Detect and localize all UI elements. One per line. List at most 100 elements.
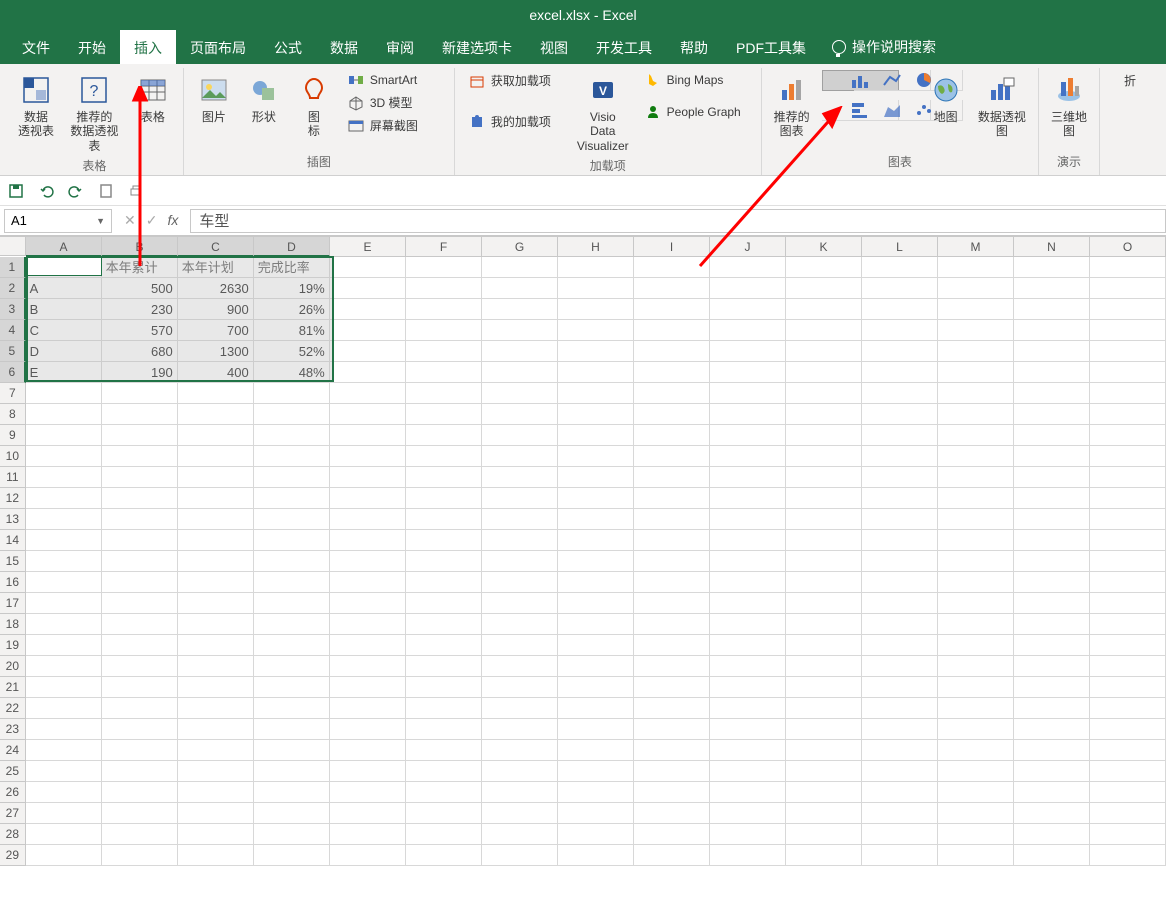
cell[interactable] [482,740,558,761]
cell[interactable] [26,824,102,845]
cell[interactable]: 190 [102,362,178,383]
cell[interactable] [710,488,786,509]
cell[interactable] [1090,761,1166,782]
cell[interactable] [710,635,786,656]
cell[interactable] [1090,593,1166,614]
cell[interactable] [710,257,786,278]
cell[interactable] [786,803,862,824]
cell[interactable] [482,719,558,740]
cell[interactable] [938,278,1014,299]
cell[interactable] [558,320,634,341]
cell[interactable] [1014,719,1090,740]
cell[interactable] [26,803,102,824]
cell[interactable] [102,824,178,845]
row-header[interactable]: 23 [0,719,26,740]
cell[interactable] [330,446,406,467]
cell[interactable] [710,362,786,383]
column-header[interactable]: G [482,237,558,257]
cell[interactable] [482,782,558,803]
tab-help[interactable]: 帮助 [666,30,722,64]
cell[interactable] [406,593,482,614]
cell[interactable] [482,299,558,320]
cell[interactable]: 26% [254,299,330,320]
cell[interactable] [1090,845,1166,866]
cell[interactable] [102,383,178,404]
cell[interactable] [254,761,330,782]
cell[interactable] [786,488,862,509]
cell[interactable] [786,446,862,467]
cell[interactable] [938,803,1014,824]
cell[interactable] [558,509,634,530]
cell[interactable] [406,656,482,677]
cell[interactable] [938,761,1014,782]
column-header[interactable]: C [178,237,254,257]
cell[interactable] [482,614,558,635]
cell[interactable] [710,782,786,803]
icons-button[interactable]: 图 标 [294,70,334,143]
recommended-charts-button[interactable]: 推荐的 图表 [772,70,812,143]
cell[interactable] [26,488,102,509]
cell[interactable] [178,635,254,656]
row-header[interactable]: 24 [0,740,26,761]
cell[interactable] [634,257,710,278]
cell[interactable] [634,824,710,845]
cell[interactable] [406,341,482,362]
cell[interactable] [558,824,634,845]
cell[interactable] [26,383,102,404]
enter-formula-button[interactable]: ✓ [146,212,158,229]
cell[interactable] [1014,761,1090,782]
cell[interactable] [710,341,786,362]
cell[interactable] [482,488,558,509]
cell[interactable] [634,698,710,719]
cell[interactable] [1014,614,1090,635]
cell[interactable] [1090,551,1166,572]
row-header[interactable]: 16 [0,572,26,593]
cell[interactable] [938,740,1014,761]
cell[interactable] [26,593,102,614]
cell[interactable] [634,320,710,341]
cell[interactable] [938,404,1014,425]
cell[interactable] [558,782,634,803]
cell[interactable] [482,761,558,782]
cell[interactable] [330,551,406,572]
cell[interactable] [254,656,330,677]
cell[interactable] [102,845,178,866]
cell[interactable] [482,593,558,614]
cell[interactable] [102,530,178,551]
cell[interactable] [634,425,710,446]
cell[interactable] [558,761,634,782]
cell[interactable]: 本年累计 [102,257,178,278]
cell[interactable] [330,509,406,530]
cell[interactable] [178,446,254,467]
cell[interactable] [102,404,178,425]
cell[interactable] [406,383,482,404]
cell[interactable] [178,677,254,698]
cell[interactable] [1090,299,1166,320]
cell[interactable] [178,698,254,719]
bing-maps-button[interactable]: Bing Maps [641,70,751,90]
cell[interactable] [1014,488,1090,509]
cell[interactable] [482,635,558,656]
cell[interactable] [406,278,482,299]
column-header[interactable]: F [406,237,482,257]
shapes-button[interactable]: 形状 [244,70,284,128]
cell[interactable] [102,446,178,467]
cell[interactable] [1090,383,1166,404]
cell[interactable] [406,761,482,782]
tab-data[interactable]: 数据 [316,30,372,64]
cell[interactable] [710,740,786,761]
cell[interactable] [786,278,862,299]
cell[interactable] [102,635,178,656]
cell[interactable] [862,383,938,404]
column-header[interactable]: M [938,237,1014,257]
cell[interactable] [26,719,102,740]
cell[interactable] [710,509,786,530]
cell[interactable]: 2630 [178,278,254,299]
cell[interactable] [862,467,938,488]
cell[interactable] [710,593,786,614]
cell[interactable] [1014,425,1090,446]
cell[interactable] [862,824,938,845]
cell[interactable] [786,509,862,530]
cell[interactable] [938,551,1014,572]
cell[interactable] [178,740,254,761]
